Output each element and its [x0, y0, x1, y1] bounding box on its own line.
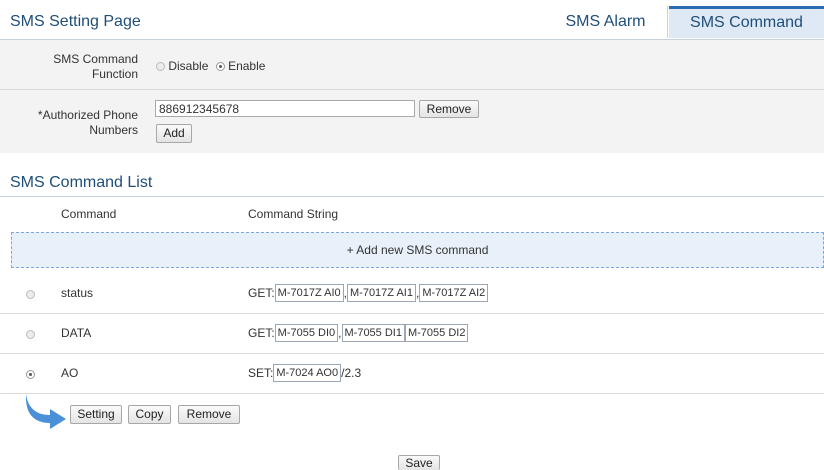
- row-ao-string: SET: M-7024 AO0 /2.3: [248, 364, 361, 382]
- authorized-numbers-label-line1: *Authorized Phone: [37, 108, 138, 122]
- row-ao-channel-1: M-7024 AO0: [273, 364, 342, 382]
- disable-label[interactable]: Disable: [168, 59, 208, 73]
- row-data-channel-3: M-7055 DI2: [404, 324, 469, 342]
- command-function-label-line2: Function: [91, 67, 138, 81]
- row-data-command: DATA: [61, 326, 92, 340]
- row-data-string: GET: M-7055 DI0 , M-7055 DI1 M-7055 DI2: [248, 324, 469, 342]
- row-status-channel-1: M-7017Z AI0: [274, 284, 344, 302]
- tab-sms-command[interactable]: SMS Command: [669, 6, 824, 38]
- row-ao-command: AO: [61, 366, 79, 380]
- row-ao-prefix: SET:: [248, 366, 274, 380]
- row-status-string: GET: M-7017Z AI0 , M-7017Z AI1 , M-7017Z…: [248, 284, 489, 302]
- command-function-label: SMS Command Function: [30, 52, 138, 82]
- row-status-command: status: [61, 286, 94, 300]
- row-data-channel-2: M-7055 DI1: [341, 324, 405, 342]
- list-item-radio[interactable]: [26, 327, 35, 341]
- row-divider: [0, 353, 824, 354]
- row-data-radio[interactable]: [26, 330, 35, 340]
- command-list-title: SMS Command List: [10, 174, 153, 191]
- copy-button[interactable]: Copy: [128, 405, 171, 424]
- setting-button[interactable]: Setting: [70, 405, 122, 424]
- row-data-channel-1: M-7055 DI0: [274, 324, 339, 342]
- command-function-options: Disable Enable: [156, 59, 265, 73]
- list-item-radio[interactable]: [26, 287, 35, 301]
- column-header-command: Command: [61, 207, 117, 221]
- enable-radio[interactable]: [215, 62, 225, 72]
- add-phone-button[interactable]: Add: [156, 124, 192, 143]
- tab-sms-alarm[interactable]: SMS Alarm: [544, 6, 668, 38]
- row-divider: [0, 393, 824, 394]
- page-title: SMS Setting Page: [10, 13, 141, 30]
- row-status-channel-3: M-7017Z AI2: [419, 284, 489, 302]
- list-top-divider: [0, 196, 824, 197]
- column-header-command-string: Command String: [248, 207, 339, 221]
- row-status-prefix: GET:: [248, 286, 275, 300]
- row-data-prefix: GET:: [248, 326, 275, 340]
- row-status-channel-2: M-7017Z AI1: [347, 284, 416, 302]
- settings-row-divider: [0, 89, 824, 90]
- row-divider: [0, 313, 824, 314]
- row-status-radio[interactable]: [26, 290, 35, 300]
- enable-label[interactable]: Enable: [228, 59, 265, 73]
- row-ao-value: /2.3: [341, 366, 362, 380]
- remove-command-button[interactable]: Remove: [178, 405, 240, 424]
- command-function-label-line1: SMS Command: [53, 52, 138, 66]
- authorized-numbers-label-line2: Numbers: [89, 123, 138, 137]
- remove-phone-button[interactable]: Remove: [419, 100, 479, 118]
- save-button[interactable]: Save: [398, 455, 440, 470]
- disable-radio[interactable]: [156, 62, 165, 72]
- authorized-numbers-label: *Authorized Phone Numbers: [20, 108, 138, 138]
- add-new-command-button[interactable]: + Add new SMS command: [11, 232, 824, 268]
- phone-number-input[interactable]: 886912345678: [155, 100, 415, 117]
- row-ao-radio[interactable]: [26, 370, 35, 380]
- list-item-radio[interactable]: [26, 367, 35, 381]
- curved-arrow-icon: [25, 394, 66, 429]
